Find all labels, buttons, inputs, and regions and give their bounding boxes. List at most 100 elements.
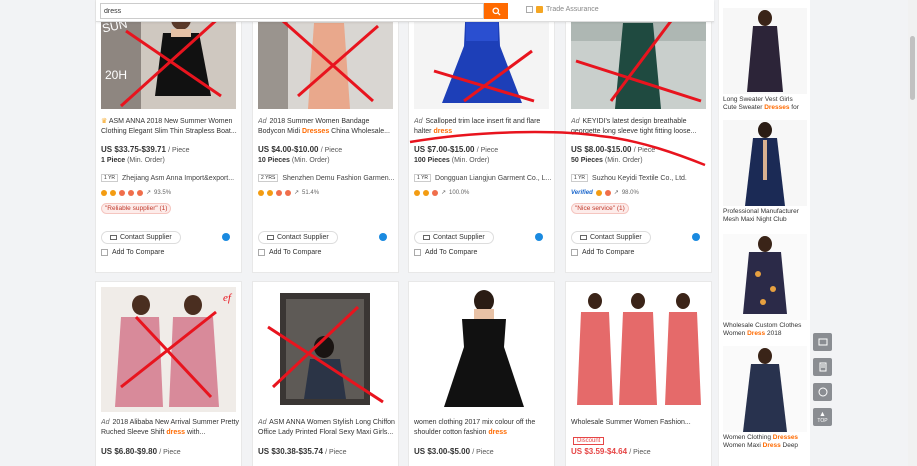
side-product-title[interactable]: Women Clothing Dresses Women Maxi Dress …: [723, 434, 807, 450]
heart-icon: [137, 189, 143, 196]
side-product[interactable]: Wholesale Custom Clothes Women Dress 201…: [723, 234, 807, 338]
supplier-line[interactable]: 2 YRS Shenzhen Demu Fashion Garmen...: [258, 174, 396, 182]
supplier-line[interactable]: 1 YR Zhejiang Asm Anna Import&export...: [101, 174, 239, 182]
product-card[interactable]: Ad Scalloped trim lace insert fit and fl…: [408, 0, 555, 273]
side-product-title[interactable]: Professional Manufacturer Mesh Maxi Nigh…: [723, 208, 807, 224]
search-button[interactable]: [484, 3, 508, 19]
mail-icon: [110, 235, 117, 240]
add-to-compare[interactable]: Add To Compare: [258, 249, 321, 256]
price-unit: / Piece: [320, 147, 343, 154]
product-title[interactable]: Ad Scalloped trim lace insert fit and fl…: [414, 117, 552, 137]
product-card[interactable]: ef Ad 2018 Alibaba New Arrival Summer Pr…: [95, 281, 242, 466]
chat-support-icon[interactable]: [813, 383, 832, 401]
product-image[interactable]: ef: [101, 287, 236, 412]
product-title[interactable]: Wholesale Summer Women Fashion...: [571, 418, 709, 428]
supplier-badges: ↗ 93.5%: [101, 189, 171, 196]
price-unit: / Piece: [476, 147, 499, 154]
product-price: US $33.75-$39.71 / Piece: [101, 145, 190, 154]
compare-checkbox[interactable]: [414, 249, 421, 256]
add-to-compare[interactable]: Add To Compare: [571, 249, 634, 256]
product-price: US $6.80-$9.80 / Piece: [101, 447, 181, 456]
side-product-title[interactable]: Wholesale Custom Clothes Women Dress 201…: [723, 322, 807, 338]
response-rate: 51.4%: [302, 189, 320, 196]
supplier-line[interactable]: 1 YR Suzhou Keyidi Textile Co., Ltd.: [571, 174, 709, 182]
gold-supplier-icon: [258, 189, 264, 196]
heart-icon: [128, 189, 134, 196]
product-title[interactable]: Ad KEYIDI's latest design breathable geo…: [571, 117, 709, 137]
min-order: 50 Pieces (Min. Order): [571, 157, 643, 164]
supplier-name[interactable]: Dongguan Liangjun Garment Co., L...: [435, 175, 551, 182]
search-input[interactable]: [100, 3, 484, 19]
moq-label: (Min. Order): [604, 157, 643, 164]
contact-supplier-button[interactable]: Contact Supplier: [414, 231, 494, 244]
product-photo: [258, 287, 393, 412]
side-product-image[interactable]: [723, 346, 807, 432]
supplier-line[interactable]: 1 YR Dongguan Liangjun Garment Co., L...: [414, 174, 552, 182]
review-tag[interactable]: "Reliable supplier" (1): [101, 203, 172, 214]
price-range: US $8.00-$15.00: [571, 145, 632, 154]
mail-icon: [267, 235, 274, 240]
compare-checkbox[interactable]: [101, 249, 108, 256]
product-title[interactable]: Ad 2018 Summer Women Bandage Bodycon Mid…: [258, 117, 396, 137]
chat-icon[interactable]: [379, 233, 387, 241]
response-rate-icon: ↗: [441, 190, 447, 196]
product-image[interactable]: [414, 287, 549, 412]
feedback-icon[interactable]: [813, 358, 832, 376]
years-badge: 1 YR: [101, 174, 119, 182]
side-photo: [723, 346, 807, 432]
review-tag[interactable]: "Nice service" (1): [571, 203, 629, 214]
supplier-name[interactable]: Shenzhen Demu Fashion Garmen...: [282, 175, 394, 182]
price-unit: / Piece: [168, 147, 190, 154]
scan-icon[interactable]: [813, 333, 832, 351]
side-product[interactable]: Professional Manufacturer Mesh Maxi Nigh…: [723, 120, 807, 224]
price-unit: / Piece: [325, 449, 347, 456]
product-card[interactable]: Ad ASM ANNA Women Stylish Long Chiffon O…: [252, 281, 399, 466]
side-product[interactable]: Long Sweater Vest Girls Cute Sweater Dre…: [723, 8, 807, 112]
contact-supplier-button[interactable]: Contact Supplier: [571, 231, 651, 244]
ad-label: Ad: [571, 118, 580, 125]
search-results-page: SUN 20H ♛ ASM ANNA 2018 New Summer Women…: [0, 0, 917, 466]
scrollbar-thumb[interactable]: [910, 36, 915, 100]
product-image[interactable]: [571, 287, 706, 412]
back-to-top-button[interactable]: ▲ TOP: [813, 408, 832, 426]
side-product-image[interactable]: [723, 120, 807, 206]
product-card[interactable]: Ad KEYIDI's latest design breathable geo…: [565, 0, 712, 273]
trade-assurance-filter[interactable]: Trade Assurance: [526, 6, 599, 13]
min-order: 1 Piece (Min. Order): [101, 157, 165, 164]
contact-label: Contact Supplier: [120, 234, 172, 241]
add-to-compare[interactable]: Add To Compare: [414, 249, 477, 256]
product-card[interactable]: Wholesale Summer Women Fashion... Discou…: [565, 281, 712, 466]
chat-icon[interactable]: [222, 233, 230, 241]
product-card[interactable]: women clothing 2017 mix colour off the s…: [408, 281, 555, 466]
product-card[interactable]: SUN 20H ♛ ASM ANNA 2018 New Summer Women…: [95, 0, 242, 273]
product-price: US $8.00-$15.00 / Piece: [571, 145, 655, 154]
chat-icon[interactable]: [535, 233, 543, 241]
product-image[interactable]: [258, 287, 393, 412]
trade-assurance-checkbox[interactable]: [526, 6, 533, 13]
side-product-image[interactable]: [723, 234, 807, 320]
chat-icon[interactable]: [692, 233, 700, 241]
compare-checkbox[interactable]: [258, 249, 265, 256]
product-price: US $3.00-$5.00 / Piece: [414, 447, 494, 456]
shield-icon: [536, 6, 543, 13]
price-range: US $30.38-$35.74: [258, 447, 323, 456]
arrow-up-icon: ▲: [819, 410, 826, 418]
response-rate-icon: ↗: [294, 190, 300, 196]
moq-qty: 1 Piece: [101, 157, 126, 164]
product-title[interactable]: Ad ASM ANNA Women Stylish Long Chiffon O…: [258, 418, 396, 438]
supplier-name[interactable]: Suzhou Keyidi Textile Co., Ltd.: [592, 175, 687, 182]
contact-supplier-button[interactable]: Contact Supplier: [258, 231, 338, 244]
product-title[interactable]: Ad 2018 Alibaba New Arrival Summer Prett…: [101, 418, 239, 438]
contact-supplier-button[interactable]: Contact Supplier: [101, 231, 181, 244]
side-product-image[interactable]: [723, 8, 807, 94]
compare-checkbox[interactable]: [571, 249, 578, 256]
side-product[interactable]: Women Clothing Dresses Women Maxi Dress …: [723, 346, 807, 450]
product-card[interactable]: Ad 2018 Summer Women Bandage Bodycon Mid…: [252, 0, 399, 273]
product-title[interactable]: ♛ ASM ANNA 2018 New Summer Women Clothin…: [101, 117, 239, 137]
ad-label: Ad: [258, 118, 267, 125]
add-to-compare[interactable]: Add To Compare: [101, 249, 164, 256]
product-title[interactable]: women clothing 2017 mix colour off the s…: [414, 418, 552, 438]
supplier-name[interactable]: Zhejiang Asm Anna Import&export...: [122, 175, 234, 182]
price-range: US $3.59-$4.64: [571, 447, 628, 456]
side-product-title[interactable]: Long Sweater Vest Girls Cute Sweater Dre…: [723, 96, 807, 112]
